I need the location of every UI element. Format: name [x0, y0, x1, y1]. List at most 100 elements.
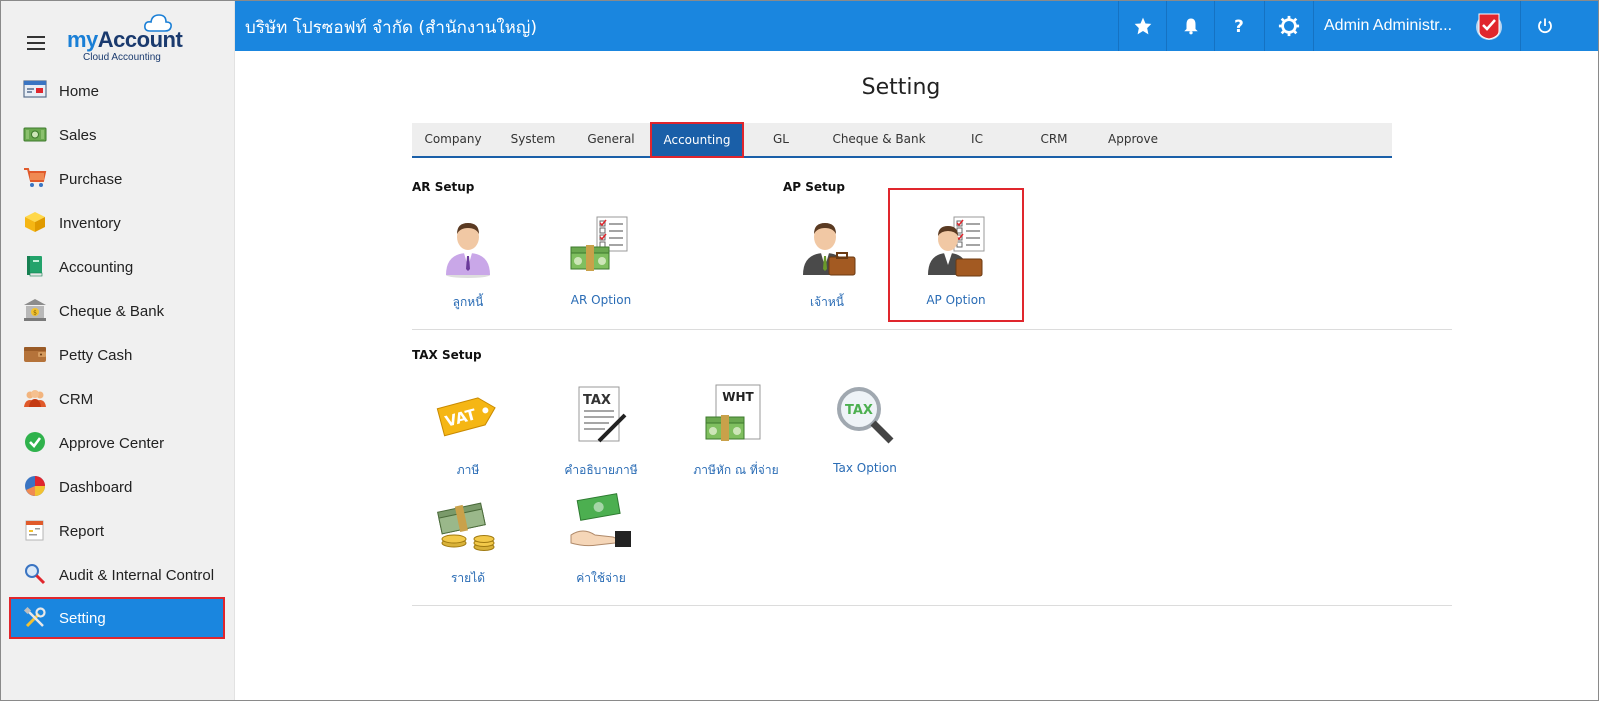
star-icon	[1134, 17, 1151, 35]
ap-option-label: AP Option	[926, 293, 986, 307]
sidebar: myAccount Cloud Accounting Home Sales Pu…	[1, 1, 235, 700]
home-icon	[23, 80, 47, 98]
section-divider	[412, 329, 1452, 330]
sidebar-item-label: Approve Center	[59, 434, 165, 452]
sidebar-item-approve-center[interactable]: Approve Center	[1, 421, 235, 465]
help-icon: ?	[1234, 17, 1244, 36]
expense-label: ค่าใช้จ่าย	[576, 571, 626, 585]
tax-description-tile[interactable]: TAX คำอธิบายภาษี	[541, 383, 661, 503]
ar-setup-title: AR Setup	[412, 180, 475, 194]
hamburger-menu-icon[interactable]	[27, 36, 45, 50]
tab-crm[interactable]: CRM	[1014, 123, 1094, 156]
section-divider	[412, 605, 1452, 606]
sidebar-item-inventory[interactable]: Inventory	[1, 201, 235, 245]
creditor-tile[interactable]: เจ้าหนี้	[767, 215, 887, 335]
sidebar-item-label: Setting	[59, 609, 106, 627]
ap-option-tile[interactable]: AP Option	[888, 188, 1024, 322]
svg-text:$: $	[33, 310, 37, 317]
customer-tile[interactable]: ลูกหนี้	[408, 215, 528, 335]
book-icon	[27, 256, 43, 277]
tax-description-label: คำอธิบายภาษี	[564, 463, 638, 477]
svg-text:TAX: TAX	[583, 393, 611, 408]
report-icon	[25, 520, 44, 541]
cart-icon	[24, 168, 47, 187]
magnifier-icon	[25, 564, 46, 585]
creditor-icon	[803, 223, 856, 276]
sidebar-item-accounting[interactable]: Accounting	[1, 245, 235, 289]
logout-button[interactable]	[1520, 1, 1568, 51]
sidebar-item-home[interactable]: Home	[1, 69, 235, 113]
notification-button[interactable]	[1166, 1, 1214, 51]
user-name: Admin Administr...	[1324, 17, 1453, 34]
company-name: บริษัท โปรซอฟท์ จำกัด (สำนักงานใหญ่)	[245, 18, 537, 38]
sidebar-item-dashboard[interactable]: Dashboard	[1, 465, 235, 509]
favorite-button[interactable]	[1118, 1, 1166, 51]
sidebar-item-petty-cash[interactable]: Petty Cash	[1, 333, 235, 377]
vat-label: ภาษี	[456, 463, 480, 477]
tab-cheque-bank[interactable]: Cheque & Bank	[818, 123, 940, 156]
customer-icon	[446, 223, 490, 278]
sidebar-item-purchase[interactable]: Purchase	[1, 157, 235, 201]
ar-option-tile[interactable]: AR Option	[541, 215, 661, 335]
sidebar-menu: Home Sales Purchase Inventory Accounting…	[1, 69, 235, 639]
bell-icon	[1183, 18, 1198, 35]
sidebar-item-crm[interactable]: CRM	[1, 377, 235, 421]
tab-gl[interactable]: GL	[744, 123, 818, 156]
tools-icon	[23, 606, 46, 628]
tab-approve[interactable]: Approve	[1094, 123, 1172, 156]
page-title: Setting	[861, 75, 941, 100]
logo[interactable]: myAccount Cloud Accounting	[67, 13, 187, 63]
sidebar-item-label: Accounting	[59, 258, 134, 276]
withholding-tax-tile[interactable]: WHT ภาษีหัก ณ ที่จ่าย	[676, 383, 796, 503]
sidebar-item-label: CRM	[59, 390, 94, 408]
sidebar-item-label: Audit & Internal Control	[59, 566, 215, 584]
money-icon	[23, 127, 47, 142]
top-bar: บริษัท โปรซอฟท์ จำกัด (สำนักงานใหญ่) ? A…	[235, 1, 1598, 51]
svg-text:WHT: WHT	[722, 390, 754, 404]
sidebar-item-report[interactable]: Report	[1, 509, 235, 553]
ap-option-icon	[928, 216, 985, 277]
sidebar-item-label: Home	[59, 82, 100, 100]
withholding-tax-label: ภาษีหัก ณ ที่จ่าย	[693, 463, 779, 477]
sidebar-item-audit[interactable]: Audit & Internal Control	[1, 553, 235, 597]
sidebar-item-label: Sales	[59, 126, 97, 144]
income-icon	[437, 502, 495, 551]
power-icon	[1537, 18, 1552, 34]
pie-chart-icon	[25, 476, 45, 496]
expense-tile[interactable]: ค่าใช้จ่าย	[541, 491, 661, 611]
check-circle-icon	[25, 432, 45, 452]
app-window: myAccount Cloud Accounting Home Sales Pu…	[0, 0, 1599, 701]
tab-general[interactable]: General	[572, 123, 650, 156]
tab-company[interactable]: Company	[412, 123, 494, 156]
sidebar-item-sales[interactable]: Sales	[1, 113, 235, 157]
svg-text:?: ?	[1234, 17, 1244, 36]
tab-system[interactable]: System	[494, 123, 572, 156]
sidebar-item-cheque-bank[interactable]: $ Cheque & Bank	[1, 289, 235, 333]
sidebar-item-setting[interactable]: Setting	[9, 597, 225, 639]
gear-icon	[1278, 15, 1299, 37]
ap-setup-title: AP Setup	[783, 180, 845, 194]
wallet-icon	[24, 347, 46, 362]
tab-ic[interactable]: IC	[940, 123, 1014, 156]
ar-option-label: AR Option	[570, 293, 632, 307]
main-content: Setting Company System General Accountin…	[235, 51, 1598, 700]
tax-option-tile[interactable]: TAX Tax Option	[805, 383, 925, 503]
sidebar-item-label: Report	[59, 522, 105, 540]
sidebar-item-label: Petty Cash	[59, 346, 133, 364]
sidebar-item-label: Dashboard	[59, 478, 133, 496]
svg-text:TAX: TAX	[845, 403, 873, 418]
tax-setup-title: TAX Setup	[412, 348, 482, 362]
settings-tabs: Company System General Accounting GL Che…	[412, 122, 1392, 158]
settings-button[interactable]	[1264, 1, 1312, 51]
help-button[interactable]: ?	[1214, 1, 1262, 51]
user-menu[interactable]: Admin Administr...	[1313, 1, 1533, 51]
customer-label: ลูกหนี้	[452, 295, 484, 309]
logo-text: myAccount	[67, 27, 183, 52]
vat-tile[interactable]: VAT ภาษี	[408, 383, 528, 503]
income-tile[interactable]: รายได้	[408, 491, 528, 611]
income-label: รายได้	[450, 571, 486, 585]
bank-icon: $	[24, 299, 46, 321]
people-icon	[24, 390, 46, 407]
tab-accounting[interactable]: Accounting	[650, 122, 744, 158]
vat-tag-icon: VAT	[436, 397, 496, 437]
